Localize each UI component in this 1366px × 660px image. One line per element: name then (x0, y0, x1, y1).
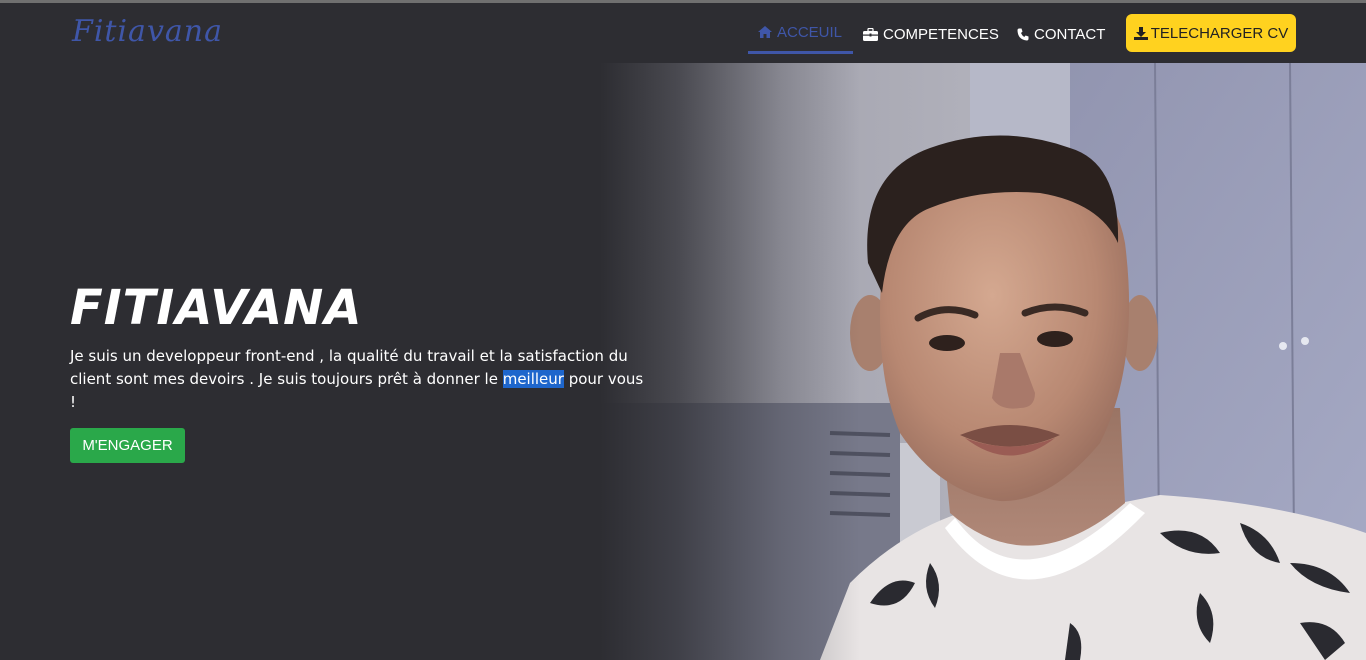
download-cv-button[interactable]: TELECHARGER CV (1126, 14, 1296, 52)
nav-item-acceuil[interactable]: ACCEUIL (758, 21, 842, 43)
navbar: Fitiavana ACCEUIL COMPETENCES CONTACT TE (0, 3, 1366, 63)
brand-logo[interactable]: Fitiavana (72, 14, 223, 49)
home-icon (758, 26, 772, 38)
phone-icon (1017, 28, 1029, 41)
portrait-photo (600, 63, 1366, 660)
nav-item-competences[interactable]: COMPETENCES (863, 23, 999, 45)
nav-item-contact[interactable]: CONTACT (1017, 23, 1105, 45)
nav-item-label: ACCEUIL (777, 23, 843, 41)
page: Fitiavana ACCEUIL COMPETENCES CONTACT TE (0, 0, 1366, 660)
briefcase-icon (863, 27, 878, 41)
engage-button[interactable]: M'ENGAGER (70, 428, 185, 463)
hero-description: Je suis un developpeur front-end , la qu… (70, 345, 650, 414)
download-icon (1133, 26, 1148, 40)
nav-item-label: COMPETENCES (883, 25, 999, 43)
download-cv-label: TELECHARGER CV (1150, 24, 1289, 42)
hero-title: FITIAVANA (70, 280, 363, 336)
active-nav-underline (748, 51, 853, 54)
nav-item-label: CONTACT (1034, 25, 1106, 43)
selected-text: meilleur (502, 370, 564, 388)
